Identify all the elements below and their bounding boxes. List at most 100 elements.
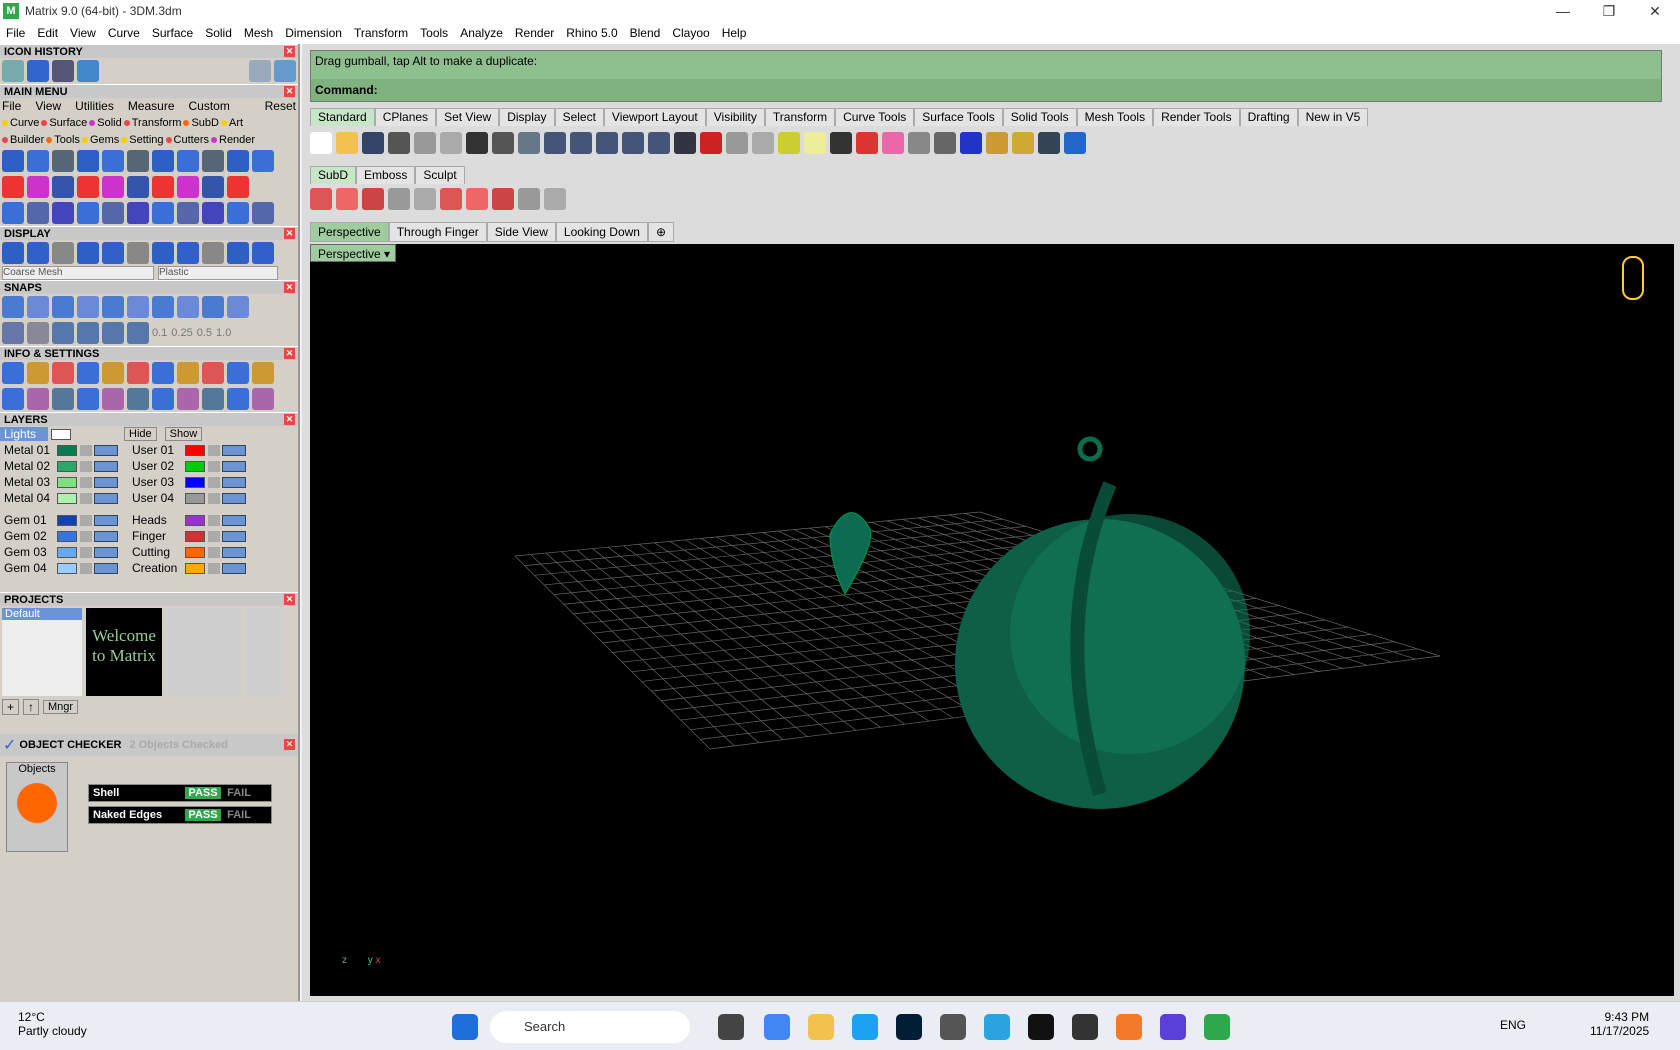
lights-layer[interactable]: Lights	[0, 427, 48, 441]
tool-icon[interactable]	[227, 176, 249, 198]
main-menu-item[interactable]: View	[35, 99, 61, 113]
visibility-toggle[interactable]	[94, 562, 118, 574]
tool-icon[interactable]	[596, 132, 618, 154]
tool-icon[interactable]	[492, 188, 514, 210]
layer-color[interactable]	[57, 444, 77, 456]
tool-icon[interactable]	[52, 202, 74, 224]
tool-icon[interactable]	[518, 132, 540, 154]
layer-color[interactable]	[57, 546, 77, 558]
tool-icon[interactable]	[252, 150, 274, 172]
tool-icon[interactable]	[440, 132, 462, 154]
layer-row[interactable]: Gem 03	[0, 544, 120, 560]
visibility-toggle[interactable]	[222, 460, 246, 472]
menu-item[interactable]: Curve	[102, 26, 146, 40]
menu-item[interactable]: Rhino 5.0	[560, 26, 623, 40]
tool-icon[interactable]	[177, 202, 199, 224]
history-icon[interactable]	[2, 60, 24, 82]
tool-icon[interactable]	[102, 388, 124, 410]
menu-item[interactable]: Edit	[31, 26, 64, 40]
mesh-select[interactable]: Coarse Mesh	[2, 266, 154, 280]
search-box[interactable]: Search	[490, 1011, 690, 1043]
tool-icon[interactable]	[2, 150, 24, 172]
tool-icon[interactable]	[152, 202, 174, 224]
tool-icon[interactable]	[908, 132, 930, 154]
main-menu-category[interactable]: SubD	[183, 117, 219, 129]
tool-icon[interactable]	[336, 188, 358, 210]
layer-row[interactable]: Cutting	[128, 544, 248, 560]
main-menu-category[interactable]: Art	[220, 117, 243, 129]
lock-icon[interactable]	[208, 460, 220, 472]
main-menu-category[interactable]: Gems	[81, 134, 119, 146]
tool-icon[interactable]	[518, 188, 540, 210]
layer-color[interactable]	[185, 492, 205, 504]
tool-icon[interactable]	[77, 362, 99, 384]
view-tab[interactable]: Looking Down	[555, 222, 648, 242]
sub-tab[interactable]: Sculpt	[415, 166, 465, 184]
close-icon[interactable]: ✕	[284, 86, 295, 97]
maximize-button[interactable]: ❐	[1586, 0, 1632, 22]
close-icon[interactable]: ✕	[284, 594, 295, 605]
visibility-toggle[interactable]	[94, 460, 118, 472]
chrome-icon[interactable]	[764, 1014, 790, 1040]
snap-icon[interactable]	[127, 322, 149, 344]
menu-item[interactable]: Mesh	[238, 26, 279, 40]
tool-icon[interactable]	[227, 150, 249, 172]
tool-icon[interactable]	[152, 242, 174, 264]
tool-icon[interactable]	[52, 296, 74, 318]
visibility-toggle[interactable]	[222, 530, 246, 542]
capcut-icon[interactable]	[1028, 1014, 1054, 1040]
history-icon[interactable]	[27, 60, 49, 82]
visibility-toggle[interactable]	[222, 476, 246, 488]
main-menu-category[interactable]: Solid	[89, 117, 122, 129]
matrix-app-icon[interactable]	[1204, 1014, 1230, 1040]
tool-icon[interactable]	[440, 188, 462, 210]
tool-icon[interactable]	[27, 242, 49, 264]
menu-item[interactable]: Blend	[624, 26, 667, 40]
add-project-icon[interactable]: +	[2, 699, 20, 715]
main-menu-category[interactable]: Builder	[2, 134, 44, 146]
close-icon[interactable]: ✕	[284, 228, 295, 239]
toolbar-tab[interactable]: CPlanes	[374, 108, 437, 126]
layer-color[interactable]	[185, 546, 205, 558]
close-icon[interactable]: ✕	[284, 414, 295, 425]
project-thumbnail[interactable]: Welcome to Matrix	[86, 608, 162, 696]
lock-icon[interactable]	[80, 460, 92, 472]
toolbar-tab[interactable]: Display	[499, 108, 555, 126]
hide-button[interactable]: Hide	[124, 427, 157, 441]
tool-icon[interactable]	[152, 296, 174, 318]
menu-item[interactable]: File	[0, 26, 31, 40]
forward-arrow-icon[interactable]	[274, 60, 296, 82]
lock-icon[interactable]	[208, 530, 220, 542]
view-tab[interactable]: Perspective	[310, 222, 389, 242]
tool-icon[interactable]	[2, 296, 24, 318]
lock-icon[interactable]	[80, 444, 92, 456]
tool-icon[interactable]	[202, 150, 224, 172]
layer-color[interactable]	[57, 460, 77, 472]
toolbar-tab[interactable]: Surface Tools	[914, 108, 1003, 126]
main-menu-item[interactable]: Utilities	[75, 99, 114, 113]
lock-icon[interactable]	[208, 492, 220, 504]
tool-icon[interactable]	[252, 242, 274, 264]
layer-row[interactable]: Metal 02	[0, 458, 120, 474]
tool-icon[interactable]	[127, 150, 149, 172]
tool-icon[interactable]	[77, 296, 99, 318]
main-menu-item[interactable]: Reset	[265, 99, 296, 113]
tool-icon[interactable]	[102, 242, 124, 264]
tool-icon[interactable]	[202, 362, 224, 384]
tool-icon[interactable]	[52, 388, 74, 410]
toolbar-tab[interactable]: Standard	[310, 108, 375, 126]
close-icon[interactable]: ✕	[284, 282, 295, 293]
m-app-icon[interactable]	[1072, 1014, 1098, 1040]
tool-icon[interactable]	[752, 132, 774, 154]
tool-icon[interactable]	[336, 132, 358, 154]
toolbar-tab[interactable]: Mesh Tools	[1076, 108, 1154, 126]
up-arrow-icon[interactable]: ↑	[23, 699, 40, 715]
tool-icon[interactable]	[77, 176, 99, 198]
toolbar-tab[interactable]: Select	[554, 108, 604, 126]
visibility-toggle[interactable]	[222, 444, 246, 456]
history-icon[interactable]	[77, 60, 99, 82]
tool-icon[interactable]	[227, 362, 249, 384]
layer-color[interactable]	[185, 460, 205, 472]
tool-icon[interactable]	[414, 132, 436, 154]
tool-icon[interactable]	[2, 176, 24, 198]
